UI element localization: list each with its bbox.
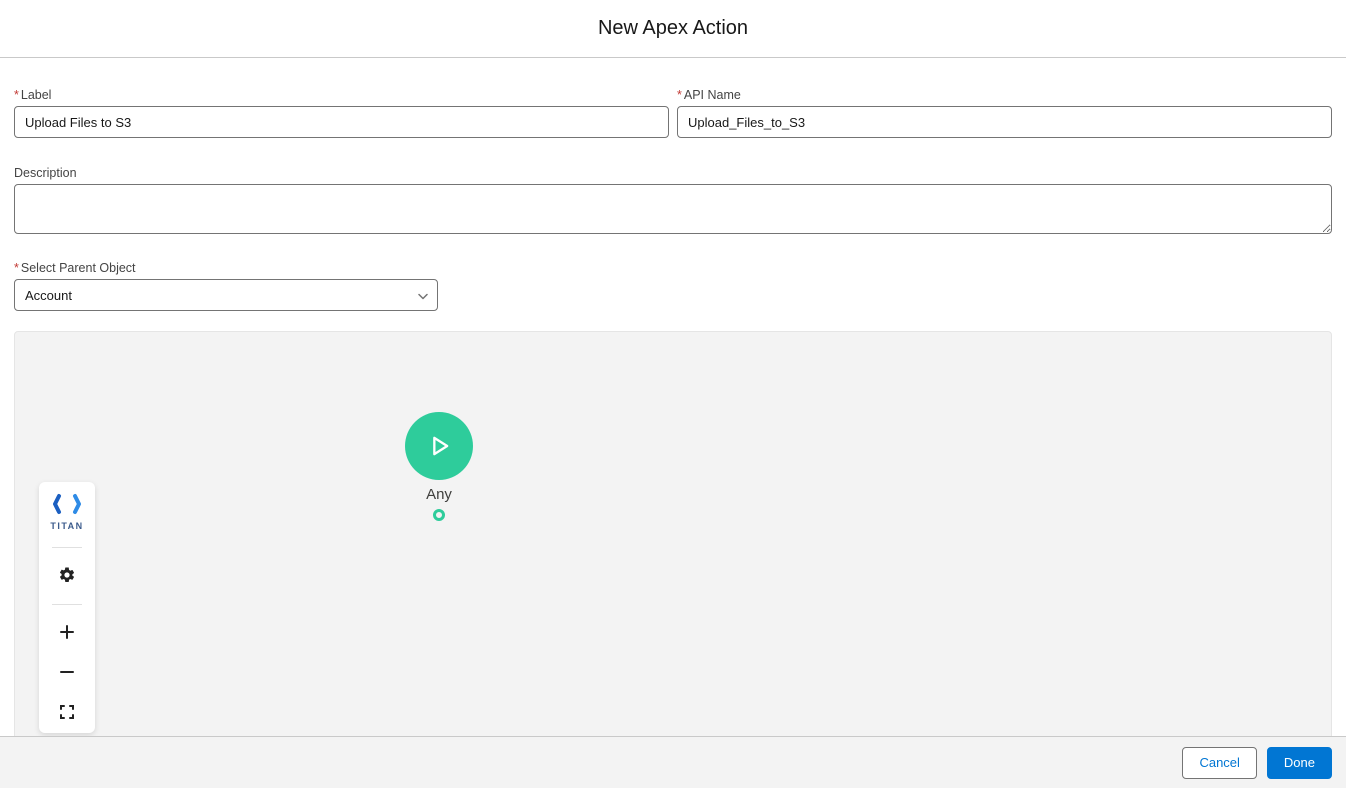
expand-icon <box>59 704 75 723</box>
parent-object-value: Account <box>25 288 72 303</box>
modal-footer: Cancel Done <box>0 736 1346 788</box>
canvas-toolbar: TITAN <box>39 482 95 733</box>
start-node[interactable]: Any <box>405 412 473 521</box>
titan-logo-icon <box>53 492 81 519</box>
brand-text: TITAN <box>50 521 83 531</box>
cancel-button[interactable]: Cancel <box>1182 747 1256 779</box>
description-field-label: Description <box>14 166 1332 180</box>
parent-object-field-label: Select Parent Object <box>14 261 1332 275</box>
modal-body: Label API Name Description Select Parent… <box>0 58 1346 736</box>
plus-icon <box>59 624 75 643</box>
zoom-out-button[interactable] <box>39 653 95 693</box>
start-node-label: Any <box>405 486 473 503</box>
divider <box>52 604 82 605</box>
divider <box>52 547 82 548</box>
play-icon <box>405 412 473 480</box>
api-name-input[interactable] <box>677 106 1332 138</box>
parent-object-combobox[interactable]: Account <box>14 279 438 311</box>
fit-to-screen-button[interactable] <box>39 693 95 733</box>
minus-icon <box>59 664 75 683</box>
api-name-field-label: API Name <box>677 88 1332 102</box>
form-row-top: Label API Name <box>14 88 1332 154</box>
zoom-in-button[interactable] <box>39 613 95 653</box>
brand-block: TITAN <box>50 492 83 539</box>
node-connector-icon[interactable] <box>433 509 445 521</box>
label-field-label: Label <box>14 88 669 102</box>
modal-new-apex-action: New Apex Action Label API Name Descripti… <box>0 0 1346 788</box>
label-input[interactable] <box>14 106 669 138</box>
done-button[interactable]: Done <box>1267 747 1332 779</box>
settings-button[interactable] <box>39 556 95 596</box>
flow-canvas[interactable]: Any TITAN <box>14 331 1332 736</box>
description-textarea[interactable] <box>14 184 1332 234</box>
chevron-down-icon <box>418 288 428 303</box>
modal-header: New Apex Action <box>0 0 1346 58</box>
gear-icon <box>58 566 76 587</box>
modal-title: New Apex Action <box>598 17 748 40</box>
